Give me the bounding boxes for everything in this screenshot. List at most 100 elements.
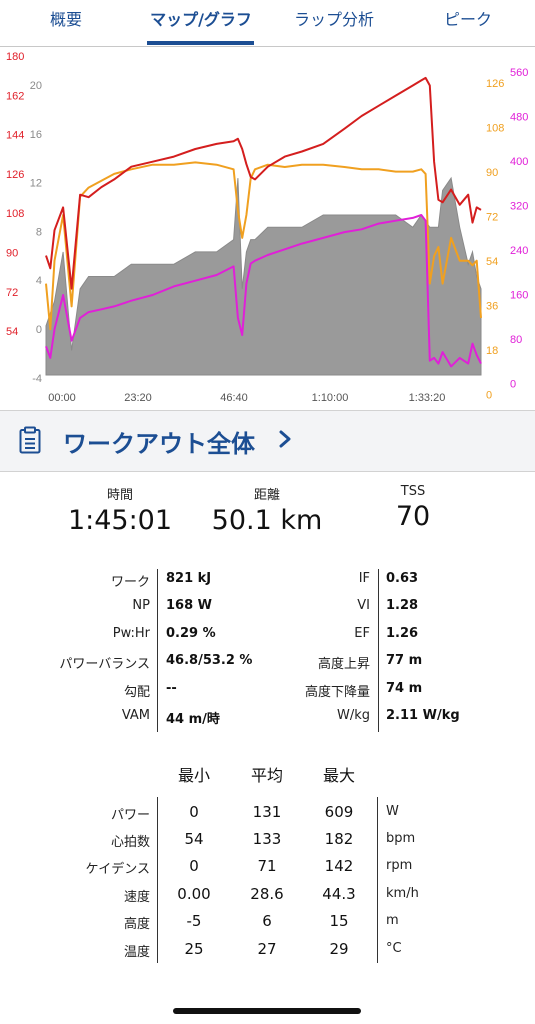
metric-label: 勾配 xyxy=(123,685,150,700)
workout-chart[interactable]: 180162144126108907254201612840-412610890… xyxy=(0,47,535,407)
hr-tick-label: 108 xyxy=(6,208,24,220)
cadence-tick-label: 126 xyxy=(486,78,504,90)
highlight-value: 1:45:01 xyxy=(67,505,173,536)
stat-label: 温度 xyxy=(123,945,150,960)
stat-max: 609 xyxy=(324,803,354,821)
stat-avg: 27 xyxy=(257,940,277,958)
active-tab-indicator xyxy=(147,41,254,45)
power-tick-label: 240 xyxy=(510,245,528,257)
hr-tick-label: 162 xyxy=(6,90,24,102)
stat-max: 29 xyxy=(329,940,349,958)
highlight-value: 70 xyxy=(395,501,431,532)
metric-value: 821 kJ xyxy=(166,571,212,586)
stat-max: 15 xyxy=(329,912,349,930)
metric-label: IF xyxy=(358,571,370,586)
stat-label: 速度 xyxy=(123,890,150,905)
metric-label: NP xyxy=(132,598,150,613)
stat-avg: 133 xyxy=(252,830,282,848)
stat-label: 高度 xyxy=(123,917,150,932)
power-tick-label: 400 xyxy=(510,156,528,168)
highlight-distance: 距離 50.1 km xyxy=(197,484,337,536)
metric-value: 168 W xyxy=(166,598,213,613)
stat-min: 0 xyxy=(189,803,199,821)
tab-map-graph[interactable]: マップ/グラフ xyxy=(140,0,262,44)
cadence-tick-label: 36 xyxy=(486,301,498,313)
divider xyxy=(157,569,158,732)
highlight-time: 時間 1:45:01 xyxy=(55,484,185,536)
stat-max: 142 xyxy=(324,857,354,875)
divider xyxy=(157,797,158,963)
stat-label: 心拍数 xyxy=(110,835,150,850)
elevation-tick-label: 4 xyxy=(36,275,42,287)
x-tick-label: 00:00 xyxy=(48,392,76,404)
metric-value: 1.26 xyxy=(386,626,419,641)
stat-min: 54 xyxy=(184,830,204,848)
metric-label: ワーク xyxy=(110,575,150,590)
metric-label: パワーバランス xyxy=(59,657,150,672)
elevation-tick-label: 0 xyxy=(36,324,42,336)
banner-title: ワークアウト全体 xyxy=(63,430,255,458)
power-tick-label: 320 xyxy=(510,201,528,213)
stat-unit: W xyxy=(386,804,399,819)
metric-label: VI xyxy=(357,598,370,613)
cadence-tick-label: 108 xyxy=(486,123,504,135)
metric-label: VAM xyxy=(121,708,150,723)
metric-label: Pw:Hr xyxy=(112,626,150,641)
x-tick-label: 1:10:00 xyxy=(312,392,349,404)
power-tick-label: 560 xyxy=(510,67,528,79)
stat-label: ケイデンス xyxy=(85,862,150,877)
tab-overview[interactable]: 概要 xyxy=(36,0,96,44)
hr-tick-label: 180 xyxy=(6,51,24,63)
home-indicator[interactable] xyxy=(173,1008,361,1014)
stat-avg: 71 xyxy=(257,857,277,875)
cadence-tick-label: 54 xyxy=(486,256,498,268)
stat-min: 25 xyxy=(184,940,204,958)
tab-bar: 概要 マップ/グラフ ラップ分析 ピーク xyxy=(0,0,535,47)
metric-value: 0.63 xyxy=(386,571,419,586)
metric-value: -- xyxy=(166,681,177,696)
workout-summary-banner[interactable]: ワークアウト全体 xyxy=(0,410,535,472)
stat-unit: rpm xyxy=(386,858,413,873)
highlight-label: 距離 xyxy=(253,488,280,503)
column-header-max: 最大 xyxy=(322,766,355,785)
stat-avg: 28.6 xyxy=(250,885,284,903)
stat-unit: m xyxy=(386,913,399,928)
elevation-tick-label: 20 xyxy=(30,80,42,92)
metric-label: 高度下降量 xyxy=(304,685,370,700)
cadence-tick-label: 90 xyxy=(486,167,498,179)
tab-lap-analysis[interactable]: ラップ分析 xyxy=(282,0,386,44)
x-tick-label: 23:20 xyxy=(124,392,152,404)
stat-avg: 6 xyxy=(262,912,272,930)
power-tick-label: 160 xyxy=(510,290,528,302)
metric-value: 44 m/時 xyxy=(166,712,220,727)
hr-tick-label: 54 xyxy=(6,326,18,338)
highlight-label: TSS xyxy=(400,484,426,499)
metric-label: EF xyxy=(354,626,370,641)
metric-value: 2.11 W/kg xyxy=(386,708,460,723)
stat-unit: bpm xyxy=(386,831,416,846)
cadence-tick-label: 0 xyxy=(486,390,492,402)
elevation-tick-label: 12 xyxy=(30,178,42,190)
elevation-tick-label: 16 xyxy=(30,129,42,141)
stat-min: 0 xyxy=(189,857,199,875)
metric-label: W/kg xyxy=(336,708,370,723)
stat-max: 44.3 xyxy=(322,885,356,903)
elevation-tick-label: -4 xyxy=(32,373,42,385)
stat-min: -5 xyxy=(186,912,202,930)
metric-value: 74 m xyxy=(386,681,423,696)
stat-unit: °C xyxy=(386,941,402,956)
hr-tick-label: 90 xyxy=(6,248,18,260)
hr-tick-label: 72 xyxy=(6,287,18,299)
metric-value: 0.29 % xyxy=(166,626,216,641)
x-tick-label: 46:40 xyxy=(220,392,248,404)
cadence-tick-label: 18 xyxy=(486,345,498,357)
chevron-right-icon xyxy=(279,430,291,448)
tab-peak[interactable]: ピーク xyxy=(430,0,506,44)
stat-avg: 131 xyxy=(252,803,282,821)
stat-min: 0.00 xyxy=(177,885,211,903)
metric-label: 高度上昇 xyxy=(317,657,370,672)
highlight-tss: TSS 70 xyxy=(364,484,462,532)
power-tick-label: 80 xyxy=(510,334,522,346)
column-header-min: 最小 xyxy=(177,766,210,785)
elevation-tick-label: 8 xyxy=(36,226,42,238)
